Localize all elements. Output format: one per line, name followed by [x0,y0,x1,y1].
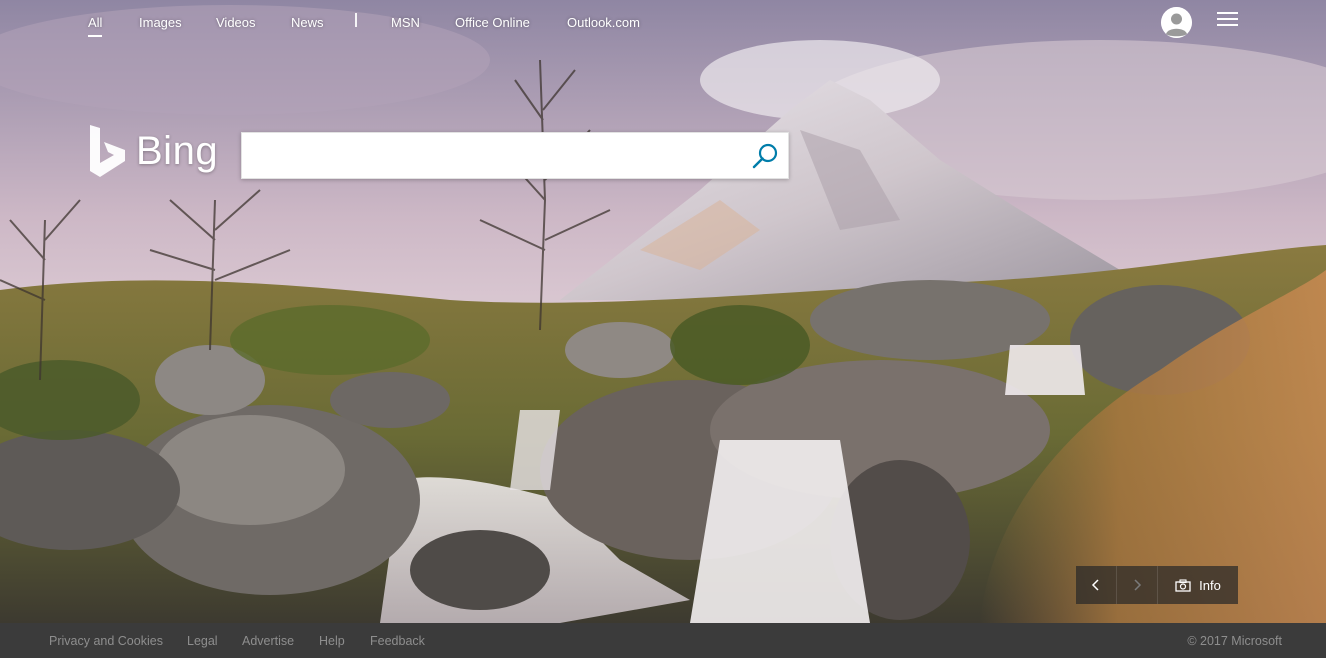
image-controls: Info [1076,566,1238,604]
nav-videos[interactable]: Videos [216,15,256,30]
user-avatar-icon[interactable] [1161,7,1192,38]
bing-logo-text: Bing [136,129,219,173]
nav-all[interactable]: All [88,15,103,37]
footer-link-advertise[interactable]: Advertise [242,634,294,648]
chevron-left-icon [1091,579,1099,591]
footer-link-help[interactable]: Help [319,634,345,648]
copyright-text: © 2017 Microsoft [1187,634,1282,648]
next-image-button[interactable] [1117,566,1158,604]
nav-outlook[interactable]: Outlook.com [567,15,640,30]
nav-msn[interactable]: MSN [391,15,420,30]
image-info-button[interactable]: Info [1158,566,1238,604]
footer: Privacy and Cookies Legal Advertise Help… [0,623,1326,658]
bing-b-logo-icon [90,125,125,177]
search-input[interactable] [252,141,732,171]
nav-office-online[interactable]: Office Online [455,15,530,30]
footer-link-feedback[interactable]: Feedback [370,634,425,648]
previous-image-button[interactable] [1076,566,1117,604]
footer-link-legal[interactable]: Legal [187,634,218,648]
landscape-scene [0,0,1326,623]
nav-images[interactable]: Images [139,15,182,30]
footer-link-privacy[interactable]: Privacy and Cookies [49,634,163,648]
bing-logo[interactable]: Bing [88,125,228,179]
search-box[interactable] [241,132,789,179]
camera-icon [1175,578,1191,592]
hamburger-menu-icon[interactable] [1217,12,1239,28]
background-image [0,0,1326,623]
info-label: Info [1199,577,1221,593]
nav-divider [355,13,357,27]
top-navigation: All Images Videos News MSN Office Online… [0,0,1326,46]
search-icon[interactable] [750,142,780,172]
chevron-right-icon [1134,579,1142,591]
nav-news[interactable]: News [291,15,324,30]
